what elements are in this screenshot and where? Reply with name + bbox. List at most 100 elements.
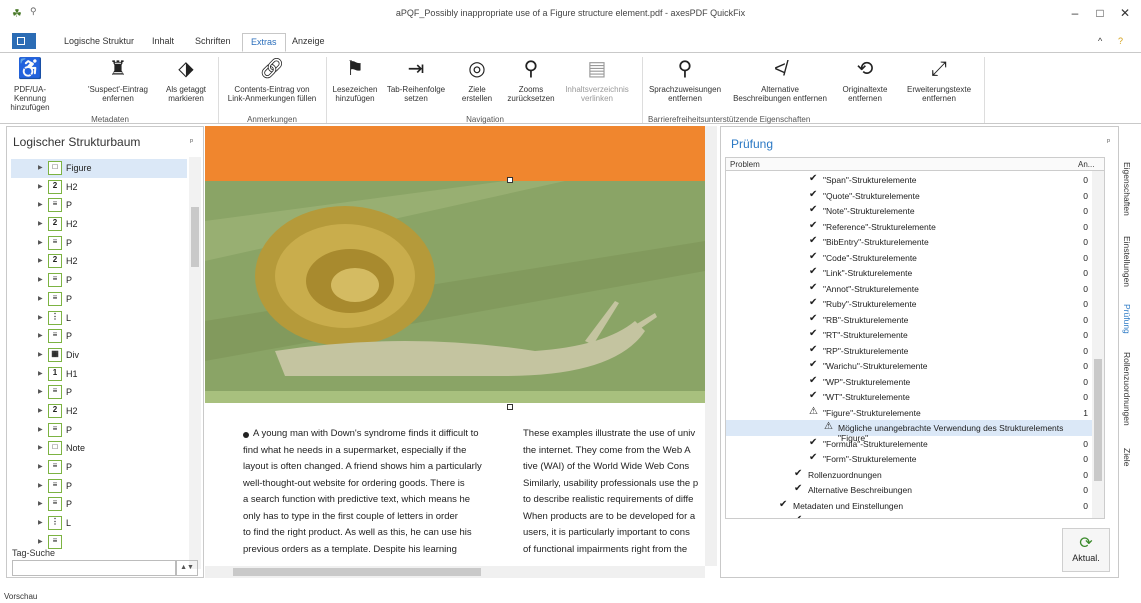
problem-row[interactable]: ✔ "Quote"-Strukturelemente 0	[726, 188, 1094, 204]
expand-icon[interactable]: ▶	[38, 370, 43, 377]
expand-icon[interactable]: ▶	[38, 183, 43, 190]
tab-anzeige[interactable]: Anzeige	[292, 36, 325, 46]
problem-row[interactable]: ✔ "Link"-Strukturelemente 0	[726, 265, 1094, 281]
help-icon[interactable]: ?	[1118, 36, 1123, 46]
expand-icon[interactable]: ▶	[38, 239, 43, 246]
tree-item[interactable]: ▶ ≡ P	[11, 477, 187, 496]
tree-item[interactable]: ▶ 2 H2	[11, 252, 187, 271]
tree-item[interactable]: ▶ 1 H1	[11, 365, 187, 384]
tree-item[interactable]: ▶ ≡ P	[11, 271, 187, 290]
problem-row[interactable]: ✔ "RB"-Strukturelemente 0	[726, 312, 1094, 328]
expand-icon[interactable]: ▶	[38, 500, 43, 507]
col-count[interactable]: An...	[1078, 160, 1094, 169]
expand-icon[interactable]: ▶	[38, 426, 43, 433]
preview-horizontal-scrollbar[interactable]	[205, 566, 705, 578]
expand-icon[interactable]: ▶	[38, 201, 43, 208]
tag-search-input[interactable]	[12, 560, 176, 576]
tree-item[interactable]: ▶ ⋮ L	[11, 309, 187, 328]
targets-button[interactable]: ◎ Ziele erstellen	[454, 57, 500, 103]
problem-row[interactable]: ✔ "Formula"-Strukturelemente 0	[726, 436, 1094, 452]
problem-row[interactable]: ✔ Rollenzuordnungen 0	[726, 467, 1094, 483]
expand-icon[interactable]: ▶	[38, 444, 43, 451]
table-scrollbar[interactable]	[1092, 171, 1104, 518]
refresh-button[interactable]: ⟳ Aktual.	[1062, 528, 1110, 572]
tree-item[interactable]: ▶ ≡ P	[11, 421, 187, 440]
problem-row[interactable]: ✔ "WT"-Strukturelemente 0	[726, 389, 1094, 405]
problem-row[interactable]: ✔ "Note"-Strukturelemente 0	[726, 203, 1094, 219]
problem-row[interactable]: ✔ "Ruby"-Strukturelemente 0	[726, 296, 1094, 312]
tree-item[interactable]: ▶ □ Figure	[11, 159, 187, 178]
original-text-button[interactable]: ⟲ Originaltexte entfernen	[834, 57, 896, 103]
tree-item[interactable]: ▶ 2 H2	[11, 215, 187, 234]
expand-icon[interactable]: ▶	[38, 482, 43, 489]
tab-schriften[interactable]: Schriften	[195, 36, 231, 46]
tree-item[interactable]: ▶ ▦ Div	[11, 346, 187, 365]
tree-item[interactable]: ▶ ≡ P	[11, 458, 187, 477]
close-button[interactable]: ✕	[1118, 6, 1132, 20]
problem-row[interactable]: ✔ "RT"-Strukturelemente 0	[726, 327, 1094, 343]
expand-icon[interactable]: ▶	[38, 351, 43, 358]
problem-row[interactable]: ✔ Alternative Beschreibungen 0	[726, 482, 1094, 498]
side-tab-rollenzuordnungen[interactable]: Rollenzuordnungen	[1122, 352, 1132, 426]
expand-icon[interactable]: ▶	[38, 538, 43, 545]
tree-item[interactable]: ▶ ≡ P	[11, 495, 187, 514]
collapse-ribbon-icon[interactable]: ^	[1098, 36, 1102, 46]
scrollbar-thumb[interactable]	[233, 568, 481, 576]
side-tab-pruefung[interactable]: Prüfung	[1122, 304, 1132, 334]
scrollbar-thumb[interactable]	[1094, 359, 1102, 481]
tree-item[interactable]: ▶ ⋮ L	[11, 514, 187, 533]
tree-item[interactable]: ▶ ≡ P	[11, 327, 187, 346]
pin-icon[interactable]: ᵖ	[190, 137, 193, 146]
problem-row[interactable]: ✔ Metadaten und Einstellungen 0	[726, 498, 1094, 514]
expand-icon[interactable]: ▶	[38, 220, 43, 227]
expand-icon[interactable]: ▶	[38, 314, 43, 321]
expand-icon[interactable]: ▶	[38, 332, 43, 339]
problem-row[interactable]: ✔ Metadaten 0	[726, 513, 1094, 518]
tree-item[interactable]: ▶ 2 H2	[11, 178, 187, 197]
expand-icon[interactable]: ▶	[38, 463, 43, 470]
side-tab-einstellungen[interactable]: Einstellungen	[1122, 236, 1132, 287]
problem-row[interactable]: ✔ "Reference"-Strukturelemente 0	[726, 219, 1094, 235]
mark-tagged-button[interactable]: ⬗ Als getaggt markieren	[158, 57, 214, 103]
tab-logische-struktur[interactable]: Logische Struktur	[64, 36, 134, 46]
tag-search-spinner[interactable]: ▲▼	[176, 560, 198, 576]
zooms-button[interactable]: ⚲ Zooms zurücksetzen	[502, 57, 560, 103]
selection-handle-bottom[interactable]	[507, 404, 513, 410]
tab-extras[interactable]: Extras	[242, 33, 286, 52]
tree-scrollbar[interactable]	[189, 157, 201, 569]
problem-row[interactable]: ✔ "RP"-Strukturelemente 0	[726, 343, 1094, 359]
expand-icon[interactable]: ▶	[38, 388, 43, 395]
tree-item[interactable]: ▶ ≡ P	[11, 383, 187, 402]
problem-row[interactable]: ✔ "Annot"-Strukturelemente 0	[726, 281, 1094, 297]
expand-icon[interactable]: ▶	[38, 257, 43, 264]
file-menu-button[interactable]	[12, 33, 36, 49]
maximize-button[interactable]: □	[1093, 6, 1107, 20]
language-button[interactable]: ⚲ Sprachzuweisungen entfernen	[646, 57, 724, 103]
tab-order-button[interactable]: ⇥ Tab-Reihenfolge setzen	[384, 57, 448, 103]
tree-item[interactable]: ▶ ≡ P	[11, 290, 187, 309]
preview-vertical-scrollbar[interactable]	[705, 126, 717, 566]
suspect-button[interactable]: ♜ 'Suspect'-Eintrag enfernen	[86, 57, 150, 103]
pin-icon[interactable]: ᵖ	[1107, 137, 1110, 146]
tree-item[interactable]: ▶ ≡ P	[11, 234, 187, 253]
tree-item[interactable]: ▶ ≡ P	[11, 196, 187, 215]
problem-row[interactable]: ⚠ "Figure"-Strukturelemente 1	[726, 405, 1094, 421]
expansion-text-button[interactable]: ⤢ Erweiterungstexte entfernen	[900, 57, 978, 103]
problem-row[interactable]: ✔ "Code"-Strukturelemente 0	[726, 250, 1094, 266]
expand-icon[interactable]: ▶	[38, 276, 43, 283]
col-problem[interactable]: Problem	[730, 160, 760, 169]
expand-icon[interactable]: ▶	[38, 164, 43, 171]
side-tab-eigenschaften[interactable]: Eigenschaften	[1122, 162, 1132, 216]
scrollbar-thumb[interactable]	[191, 207, 199, 267]
problem-row[interactable]: ⚠ Mögliche unangebrachte Verwendung des S…	[726, 420, 1094, 443]
bookmarks-button[interactable]: ⚑ Lesezeichen hinzufügen	[330, 57, 380, 103]
document-preview[interactable]: A young man with Down's syndrome finds i…	[205, 126, 717, 578]
alt-desc-button[interactable]: ≮ Alternative Beschreibungen entfernen	[730, 57, 830, 103]
expand-icon[interactable]: ▶	[38, 295, 43, 302]
problem-row[interactable]: ✔ "Form"-Strukturelemente 0	[726, 451, 1094, 467]
pdfua-button[interactable]: ♿ PDF/UA-Kennung hinzufügen	[2, 57, 58, 112]
tree-item[interactable]: ▶ □ Note	[11, 439, 187, 458]
problem-row[interactable]: ✔ "Warichu"-Strukturelemente 0	[726, 358, 1094, 374]
toc-button[interactable]: ▤ Inhaltsverzeichnis verlinken	[562, 57, 632, 103]
expand-icon[interactable]: ▶	[38, 519, 43, 526]
